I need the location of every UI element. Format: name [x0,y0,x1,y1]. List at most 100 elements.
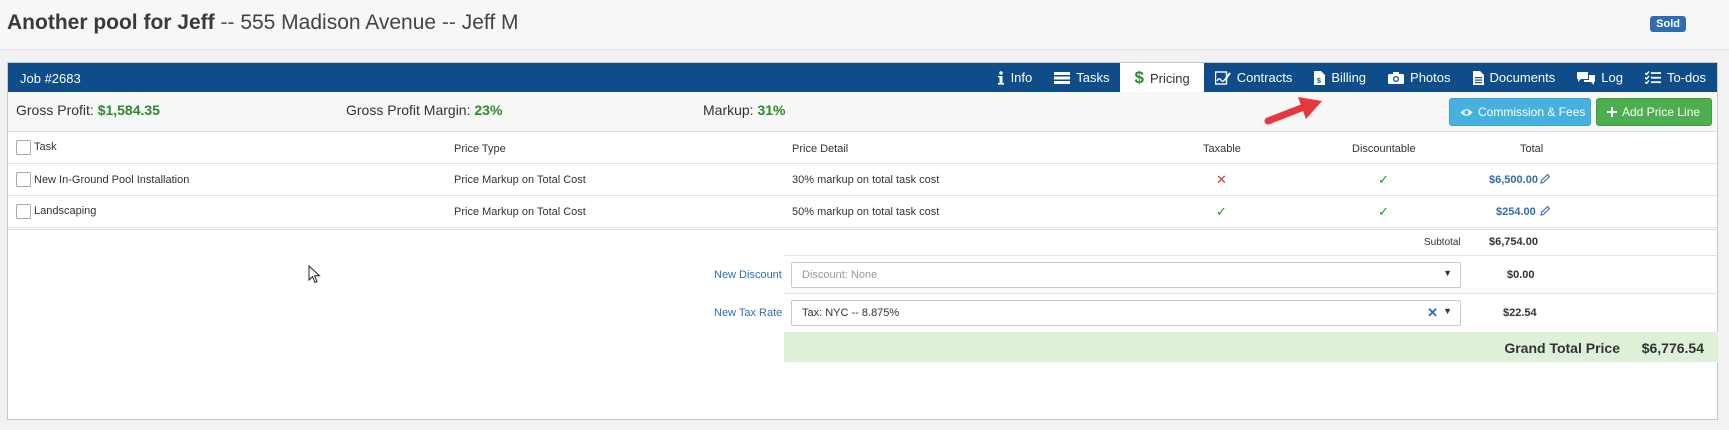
select-all-checkbox[interactable] [16,140,31,155]
customer-name: Jeff M [461,11,519,34]
gross-profit-label: Gross Profit: [16,102,94,118]
panel-heading: Job #2683 Info Tasks $ Pricing Contracts… [8,63,1717,93]
table-row: Landscaping Price Markup on Total Cost 5… [8,196,1717,228]
page-header: Another pool for Jeff -- 555 Madison Ave… [0,0,1729,50]
gross-profit-value: $1,584.35 [97,102,160,118]
svg-text:$: $ [1317,78,1321,85]
page-title: Another pool for Jeff -- 555 Madison Ave… [7,10,519,36]
grand-total-value: $6,776.54 [1641,340,1704,356]
tab-label: Contracts [1236,70,1293,85]
tab-tasks[interactable]: Tasks [1043,63,1120,92]
tab-log[interactable]: Log [1566,63,1634,92]
tab-todos[interactable]: To-dos [1634,63,1717,92]
job-number: Job #2683 [20,71,81,86]
clear-icon[interactable]: ✕ [1427,305,1438,321]
table-row: New In-Ground Pool Installation Price Ma… [8,164,1717,196]
margin-value: 23% [474,102,503,118]
tab-contracts[interactable]: Contracts [1204,63,1304,92]
new-discount-link[interactable]: New Discount [714,269,782,281]
column-header-total: Total [1520,143,1544,155]
tab-label: Info [1010,70,1033,85]
status-badge: Sold [1650,16,1686,32]
discountable-check-icon: ✓ [1378,204,1389,219]
table-header-row: Task Price Type Price Detail Taxable Dis… [8,133,1717,164]
title-separator: -- [214,11,241,34]
commission-fees-button[interactable]: Commission & Fees [1449,98,1591,126]
tab-billing[interactable]: $ Billing [1303,63,1377,92]
task-name: Landscaping [34,205,97,217]
tax-rate-select[interactable]: Tax: NYC -- 8.875% ✕ ▼ [791,300,1461,326]
discount-value: $0.00 [1507,269,1535,281]
tab-label: Log [1601,70,1623,85]
tab-label: Photos [1410,70,1451,85]
markup: Markup: 31% [703,102,786,118]
divider [784,255,1719,256]
pencil-icon[interactable] [1540,173,1551,187]
tab-documents[interactable]: Documents [1462,63,1567,92]
gross-profit-margin: Gross Profit Margin: 23% [346,102,502,118]
dollar-icon: $ [1134,68,1144,87]
tab-label: Billing [1331,70,1367,85]
job-name: Another pool for Jeff [7,11,215,34]
camera-icon [1388,71,1405,84]
column-header-taxable: Taxable [1203,143,1241,155]
commission-fees-label: Commission & Fees [1478,105,1586,119]
job-address: 555 Madison Avenue [240,11,437,34]
invoice-icon: $ [1314,70,1326,85]
margin-label: Gross Profit Margin: [346,102,471,118]
tab-label: Tasks [1076,70,1110,85]
discount-select[interactable]: Discount: None ▼ [791,262,1461,288]
job-panel: Job #2683 Info Tasks $ Pricing Contracts… [7,62,1719,420]
row-checkbox[interactable] [16,204,31,219]
line-total-link[interactable]: $254.00 [1496,206,1536,218]
task-name: New In-Ground Pool Installation [34,174,190,186]
caret-down-icon: ▼ [1443,268,1452,278]
taxable-check-icon: ✓ [1216,204,1227,219]
discountable-check-icon: ✓ [1378,172,1389,187]
tab-photos[interactable]: Photos [1377,63,1461,92]
tab-label: Pricing [1149,70,1190,86]
subtotal-value: $6,754.00 [1489,236,1538,248]
info-icon [997,70,1005,85]
new-tax-rate-link[interactable]: New Tax Rate [714,307,782,319]
tax-value: $22.54 [1503,307,1537,319]
signature-icon [1214,70,1231,85]
tax-rate-selected: Tax: NYC -- 8.875% [802,307,900,319]
gross-profit: Gross Profit: $1,584.35 [16,102,160,118]
discount-placeholder: Discount: None [802,269,878,281]
tab-pricing[interactable]: $ Pricing [1120,63,1204,93]
markup-label: Markup: [703,102,754,118]
row-checkbox[interactable] [16,172,31,187]
add-price-line-button[interactable]: Add Price Line [1596,98,1712,126]
tab-info[interactable]: Info [986,63,1044,92]
caret-down-icon: ▼ [1443,306,1452,316]
pencil-icon[interactable] [1540,205,1551,219]
plus-icon [1607,107,1617,117]
grand-total-row: Grand Total Price $6,776.54 [784,332,1718,362]
mouse-cursor-icon [308,265,321,284]
grand-total-label: Grand Total Price [1504,340,1620,356]
subtotal-label: Subtotal [1424,237,1461,248]
column-header-task: Task [34,141,57,153]
line-total-link[interactable]: $6,500.00 [1489,174,1538,186]
add-price-line-label: Add Price Line [1622,105,1701,119]
totals-section: Subtotal $6,754.00 New Discount Discount… [8,229,1719,419]
column-header-discountable: Discountable [1352,143,1416,155]
list-icon [1054,71,1071,84]
price-detail: 30% markup on total task cost [792,174,940,186]
checklist-icon [1644,71,1661,84]
job-tabs: Info Tasks $ Pricing Contracts $ Billing… [986,63,1717,93]
tab-label: To-dos [1666,70,1706,85]
price-type: Price Markup on Total Cost [454,174,586,186]
column-header-price-type: Price Type [454,143,506,155]
column-header-price-detail: Price Detail [792,143,849,155]
markup-value: 31% [757,102,786,118]
profit-summary: Gross Profit: $1,584.35 Gross Profit Mar… [8,92,1717,132]
annotation-arrow-icon [1264,97,1322,125]
divider [784,293,1719,294]
title-separator: -- [436,11,462,34]
eye-icon [1460,108,1473,117]
document-icon [1472,70,1484,85]
price-detail: 50% markup on total task cost [792,206,940,218]
comments-icon [1577,71,1596,85]
